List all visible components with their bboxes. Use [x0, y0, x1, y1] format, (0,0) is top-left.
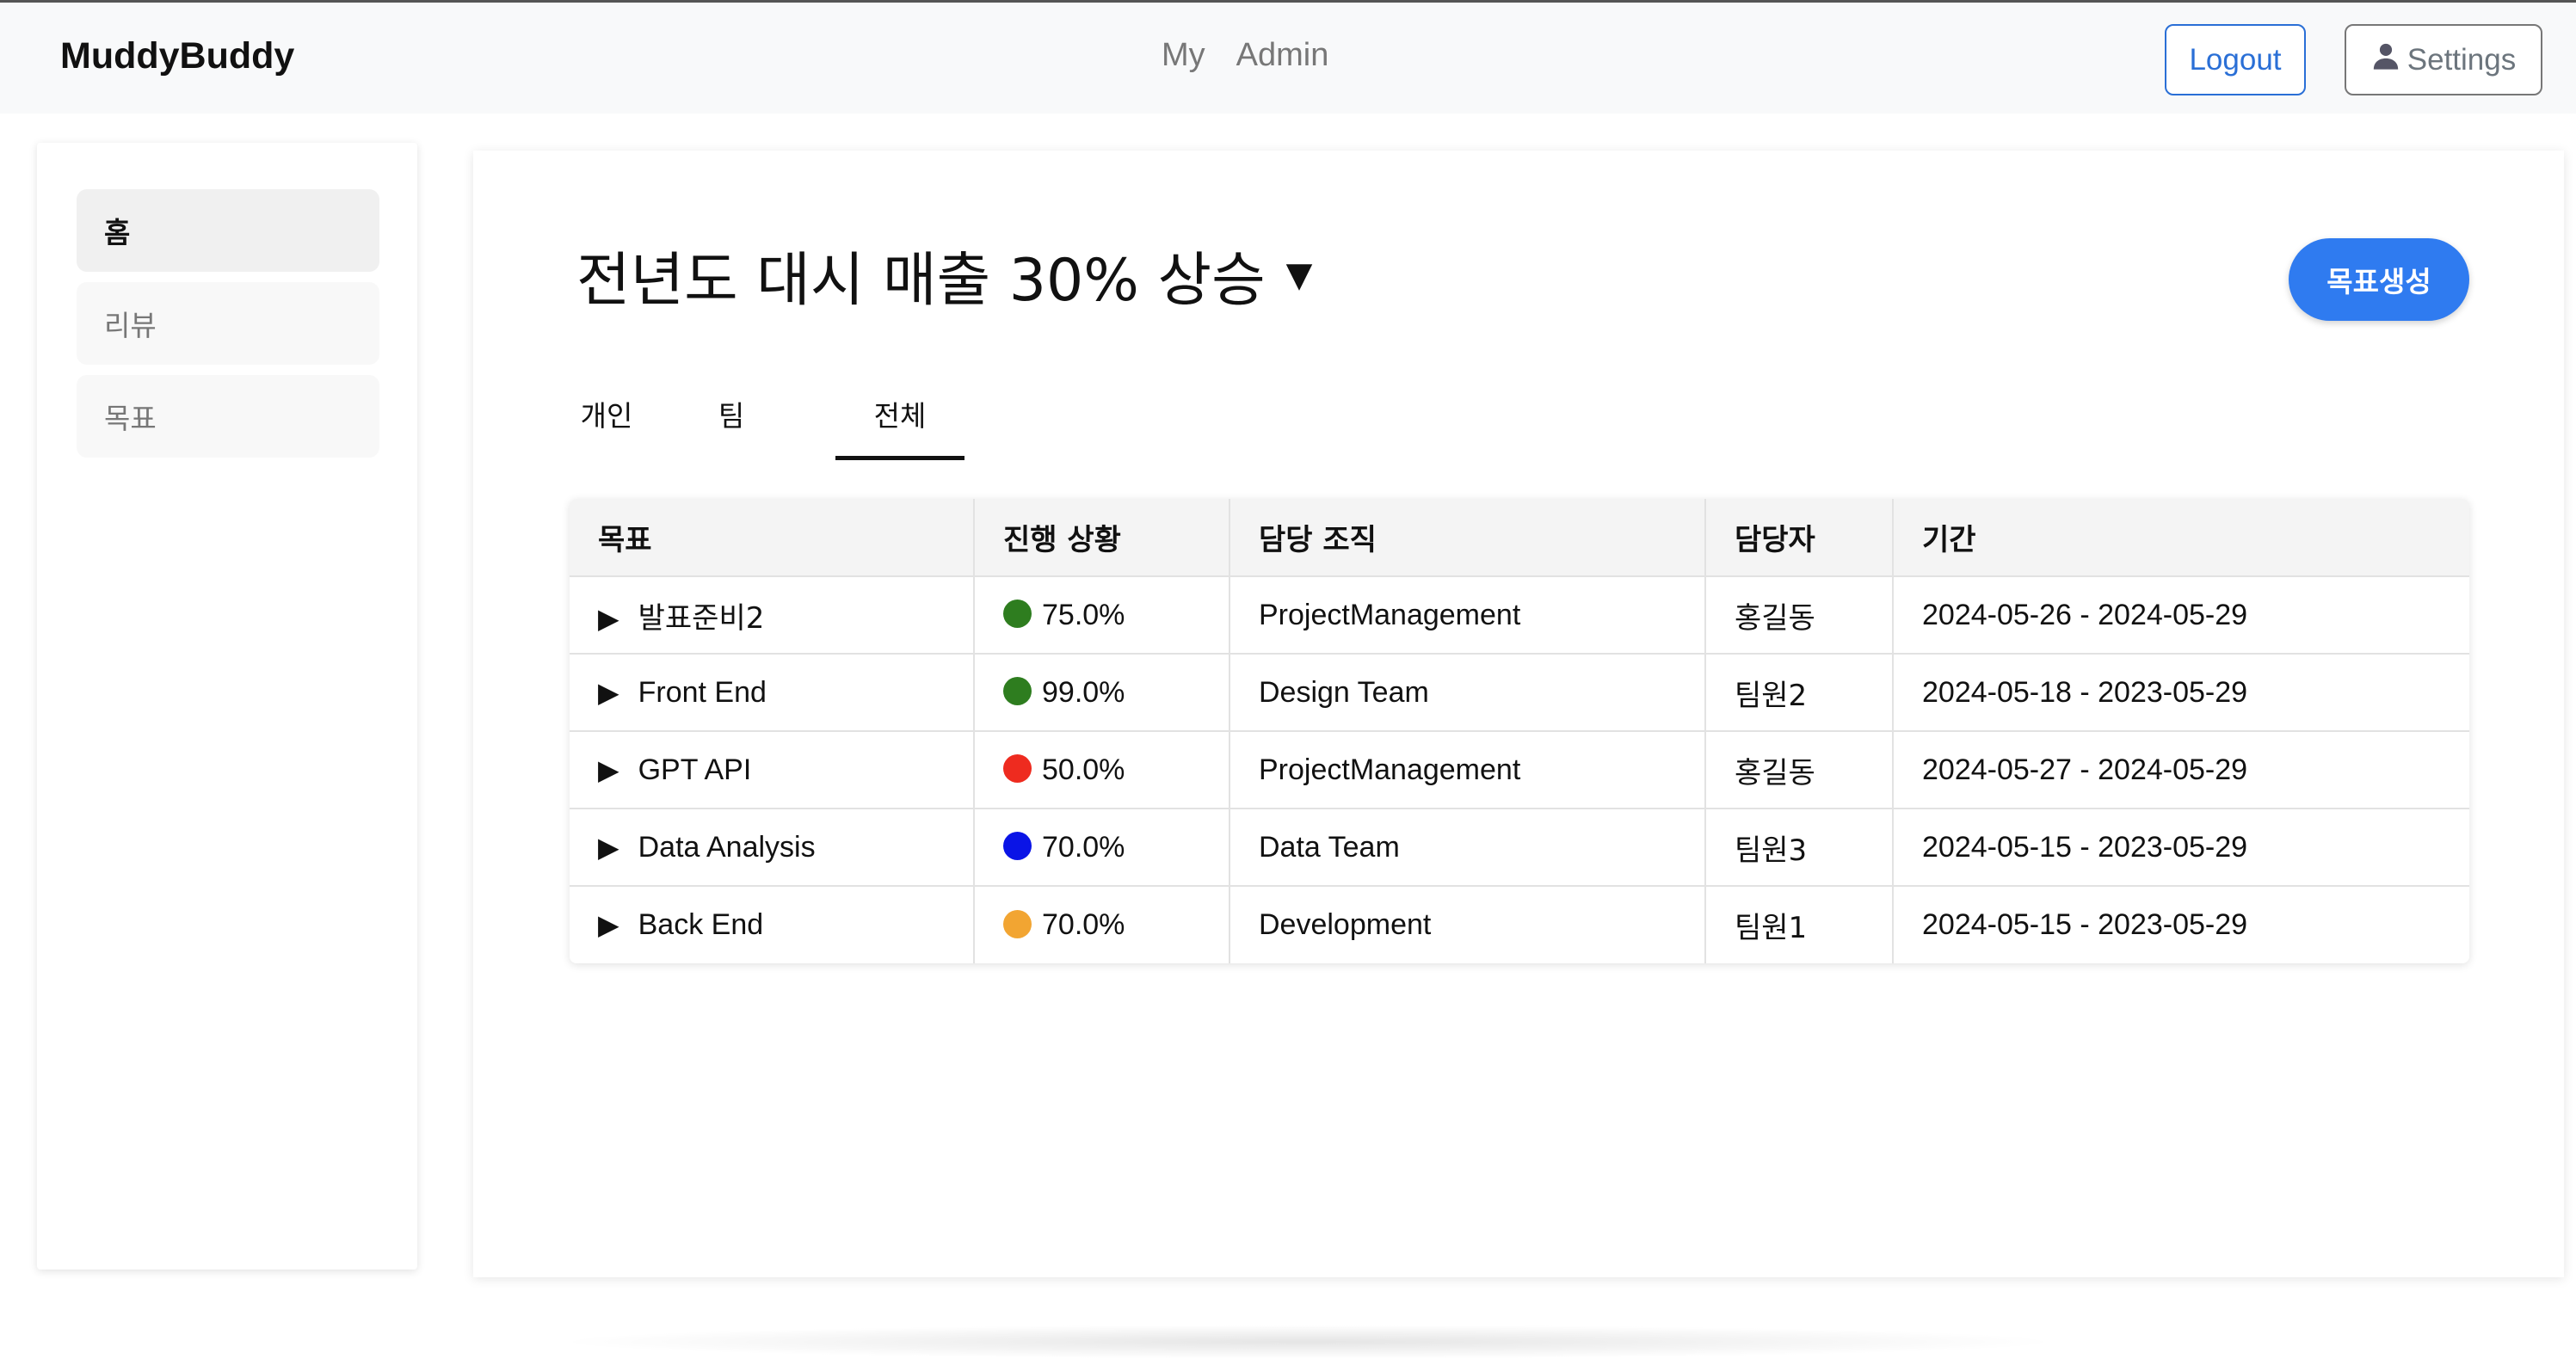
progress-cell: 70.0% [974, 809, 1230, 887]
expand-arrow-icon[interactable]: ▶ [598, 753, 619, 786]
period-cell: 2024-05-15 - 2023-05-29 [1893, 809, 2469, 887]
progress-cell: 70.0% [974, 886, 1230, 963]
org-cell: ProjectManagement [1229, 731, 1706, 809]
progress-value: 50.0% [1042, 753, 1125, 786]
status-dot [1003, 832, 1032, 861]
progress-cell: 50.0% [974, 731, 1230, 809]
settings-button[interactable]: Settings [2345, 24, 2542, 95]
goal-name: 발표준비2 [638, 600, 765, 636]
goal-cell[interactable]: ▶ Data Analysis [570, 809, 975, 887]
period-cell: 2024-05-26 - 2024-05-29 [1893, 576, 2469, 655]
tab-personal[interactable]: 개인 [576, 383, 637, 460]
nav-my-link[interactable]: My [1162, 37, 1205, 74]
table-row[interactable]: ▶ Data Analysis 70.0% Data Team 팀원3 2024-… [570, 809, 2469, 887]
main-panel: 전년도 대시 매출 30% 상승 ▼ 목표생성 개인 팀 전체 목표 진행 상황… [473, 151, 2564, 1277]
org-cell: ProjectManagement [1229, 576, 1706, 655]
owner-cell: 팀원1 [1705, 886, 1894, 963]
org-cell: Design Team [1229, 654, 1706, 732]
progress-value: 99.0% [1042, 675, 1125, 709]
status-dot [1003, 677, 1032, 706]
header-goal: 목표 [570, 499, 975, 577]
table-header-row: 목표 진행 상황 담당 조직 담당자 기간 [570, 499, 2469, 577]
goal-name: GPT API [638, 753, 752, 786]
progress-cell: 75.0% [974, 576, 1230, 655]
bottom-shadow [551, 1325, 2065, 1359]
table-row[interactable]: ▶ 발표준비2 75.0% ProjectManagement 홍길동 2024-… [570, 576, 2469, 655]
goal-selector[interactable]: 전년도 대시 매출 30% 상승 ▼ [576, 232, 1312, 317]
org-cell: Development [1229, 886, 1706, 963]
owner-cell: 팀원3 [1705, 809, 1894, 887]
table-row[interactable]: ▶ GPT API 50.0% ProjectManagement 홍길동 202… [570, 731, 2469, 809]
header-owner: 담당자 [1705, 499, 1894, 577]
tab-team[interactable]: 팀 [710, 383, 753, 460]
sidebar: 홈 리뷰 목표 [37, 143, 417, 1270]
top-nav: My Admin [1162, 37, 1328, 74]
table-row[interactable]: ▶ Back End 70.0% Development 팀원1 2024-05-… [570, 886, 2469, 963]
page-title: 전년도 대시 매출 30% 상승 [576, 247, 1266, 315]
sidebar-item-home[interactable]: 홈 [77, 189, 379, 272]
goal-cell[interactable]: ▶ Back End [570, 886, 975, 963]
logout-button[interactable]: Logout [2165, 24, 2306, 95]
header-progress: 진행 상황 [974, 499, 1230, 577]
sidebar-item-goal[interactable]: 목표 [77, 375, 379, 458]
period-cell: 2024-05-15 - 2023-05-29 [1922, 908, 2248, 941]
settings-label: Settings [2407, 42, 2517, 77]
nav-admin-link[interactable]: Admin [1236, 37, 1329, 74]
status-dot [1003, 600, 1032, 629]
owner-cell: 홍길동 [1705, 731, 1894, 809]
goal-name: Data Analysis [638, 830, 816, 864]
status-dot [1003, 754, 1032, 784]
header-period: 기간 [1893, 499, 2469, 577]
table-row[interactable]: ▶ Front End 99.0% Design Team 팀원2 2024-05… [570, 654, 2469, 732]
goals-table: 목표 진행 상황 담당 조직 담당자 기간 ▶ 발표준비2 75.0% Proje… [570, 499, 2469, 963]
expand-arrow-icon[interactable]: ▶ [598, 602, 619, 635]
owner-cell: 홍길동 [1705, 576, 1894, 655]
period-cell: 2024-05-27 - 2024-05-29 [1893, 731, 2469, 809]
progress-value: 75.0% [1042, 598, 1125, 631]
period-cell: 2024-05-18 - 2023-05-29 [1893, 654, 2469, 732]
sidebar-item-review[interactable]: 리뷰 [77, 282, 379, 365]
owner-cell: 팀원2 [1705, 654, 1894, 732]
goal-name: Back End [638, 908, 764, 941]
user-icon [2371, 41, 2400, 78]
goal-cell[interactable]: ▶ 발표준비2 [570, 576, 975, 655]
header-org: 담당 조직 [1229, 499, 1706, 577]
tab-all[interactable]: 전체 [835, 383, 964, 460]
status-dot [1003, 909, 1032, 938]
brand-logo[interactable]: MuddyBuddy [60, 35, 294, 77]
progress-cell: 99.0% [974, 654, 1230, 732]
goal-cell[interactable]: ▶ GPT API [570, 731, 975, 809]
org-cell: Data Team [1229, 809, 1706, 887]
progress-value: 70.0% [1042, 908, 1125, 941]
create-goal-button[interactable]: 목표생성 [2289, 238, 2469, 321]
goal-cell[interactable]: ▶ Front End [570, 654, 975, 732]
expand-arrow-icon[interactable]: ▶ [598, 831, 619, 864]
top-navbar: MuddyBuddy My Admin Logout Settings [0, 0, 2576, 114]
expand-arrow-icon[interactable]: ▶ [598, 908, 619, 941]
goal-name: Front End [638, 675, 767, 709]
expand-arrow-icon[interactable]: ▶ [598, 676, 619, 709]
caret-down-icon: ▼ [1285, 255, 1313, 295]
progress-value: 70.0% [1042, 830, 1125, 864]
